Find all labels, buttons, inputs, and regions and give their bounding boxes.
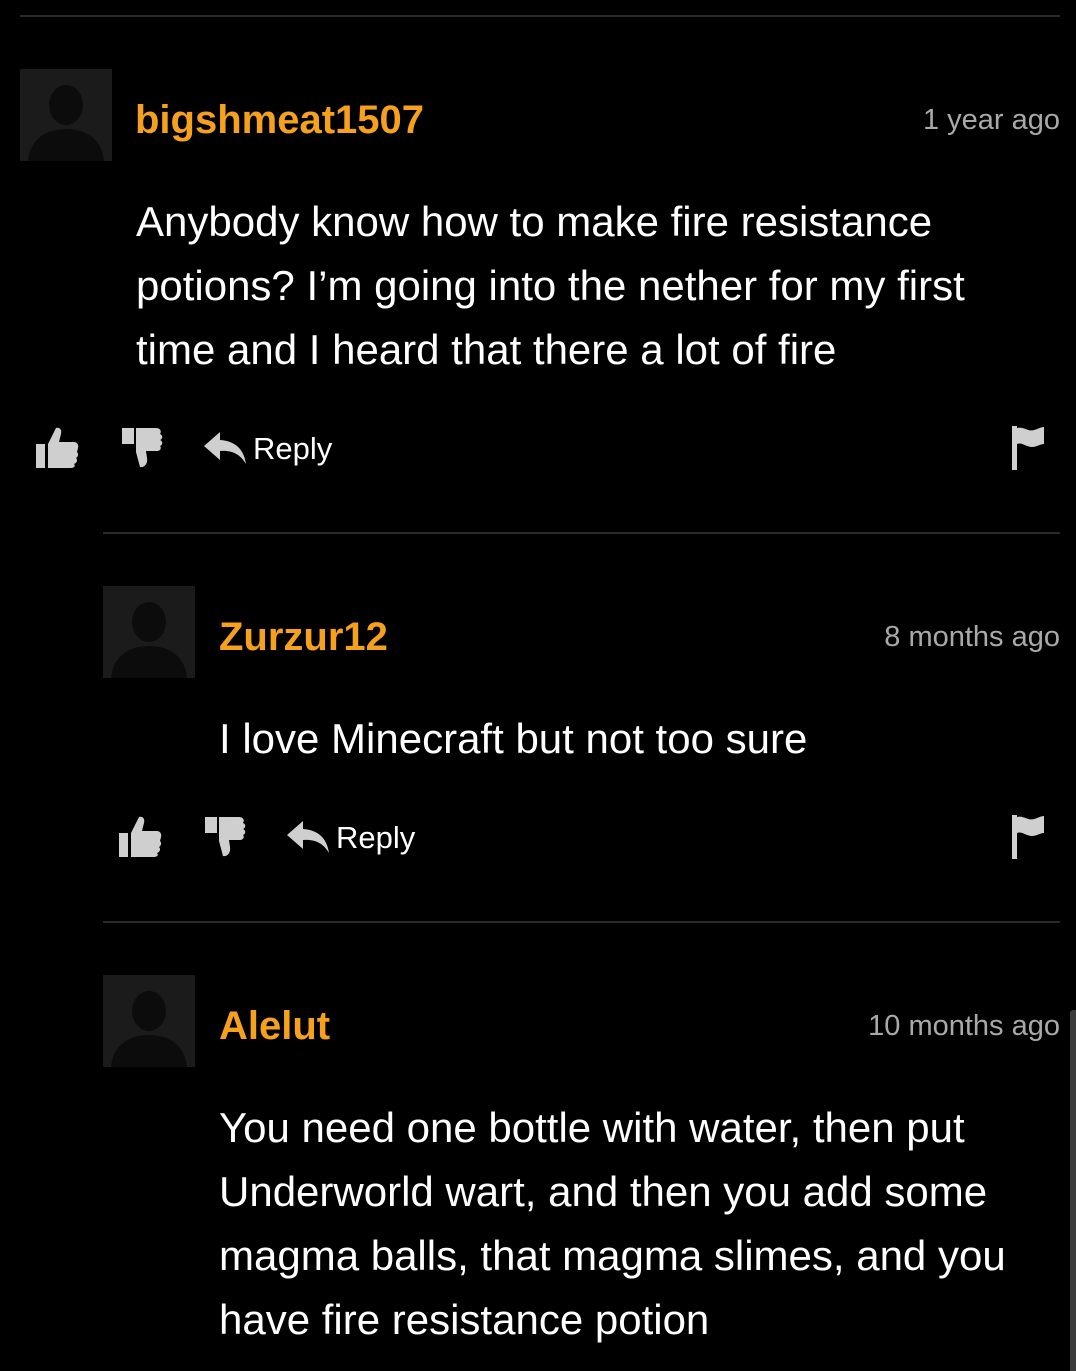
username[interactable]: Alelut xyxy=(219,1002,330,1050)
reply-button[interactable]: Reply xyxy=(253,430,332,468)
username[interactable]: bigshmeat1507 xyxy=(135,96,424,144)
reply-arrow-icon[interactable] xyxy=(202,430,248,466)
reply-button[interactable]: Reply xyxy=(336,819,415,857)
comment-text: I love Minecraft but not too sure xyxy=(219,715,808,762)
scrollbar[interactable] xyxy=(1070,1010,1076,1371)
timestamp: 8 months ago xyxy=(884,621,1060,653)
timestamp: 1 year ago xyxy=(922,104,1060,136)
reply-arrow-icon[interactable] xyxy=(285,819,331,855)
flag-icon[interactable] xyxy=(1010,813,1046,866)
comment-divider xyxy=(103,921,1060,923)
avatar-placeholder-icon[interactable] xyxy=(103,975,195,1067)
comment-actions: Reply xyxy=(117,813,1060,863)
thumbs-down-icon[interactable] xyxy=(118,426,164,470)
comment-actions: Reply xyxy=(34,424,1060,474)
timestamp: 10 months ago xyxy=(868,1010,1060,1042)
comment-text: You need one bottle with water, then put… xyxy=(219,1104,1006,1343)
flag-icon[interactable] xyxy=(1010,424,1046,477)
thumbs-up-icon[interactable] xyxy=(34,424,80,470)
thumbs-down-icon[interactable] xyxy=(201,815,247,859)
top-divider xyxy=(20,15,1060,17)
thumbs-up-icon[interactable] xyxy=(117,813,163,859)
username[interactable]: Zurzur12 xyxy=(219,613,388,661)
comment-divider xyxy=(103,532,1060,534)
avatar-placeholder-icon[interactable] xyxy=(103,586,195,678)
avatar-placeholder-icon[interactable] xyxy=(20,69,112,161)
comment-text: Anybody know how to make fire resistance… xyxy=(136,198,965,373)
